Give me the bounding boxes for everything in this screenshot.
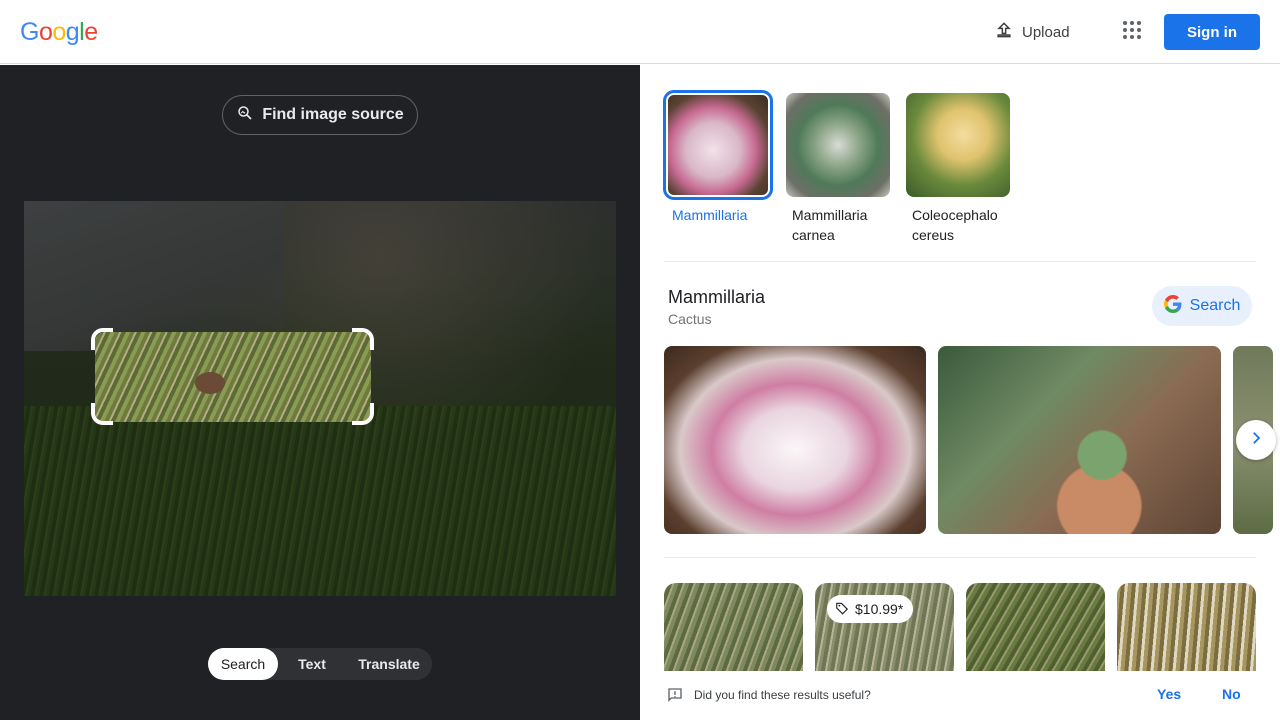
logo-letter: e xyxy=(84,18,98,46)
knowledge-image[interactable] xyxy=(664,346,926,534)
logo-letter: o xyxy=(52,18,66,46)
chip-label: Mammillaria carnea xyxy=(792,207,868,243)
chip-thumbnail xyxy=(906,93,1010,197)
google-g-icon xyxy=(1163,294,1182,318)
chip-coleocephalocereus[interactable]: Coleocephalo cereus xyxy=(904,89,1012,245)
upload-button[interactable]: Upload xyxy=(984,14,1080,50)
visual-match-result[interactable]: $10.99* xyxy=(815,583,954,673)
tab-translate[interactable]: Translate xyxy=(346,648,432,680)
chip-label: Coleocephalo cereus xyxy=(912,207,998,243)
price-tag-icon xyxy=(835,601,849,618)
image-preview-panel: Find image source Search Text Translate xyxy=(0,65,640,720)
chevron-right-icon xyxy=(1247,429,1265,452)
carousel-next-button[interactable] xyxy=(1236,420,1276,460)
logo-letter: G xyxy=(20,18,39,46)
crop-handle-top-left[interactable] xyxy=(91,328,113,350)
feedback-bar: Did you find these results useful? Yes N… xyxy=(640,671,1280,720)
chip-thumbnail xyxy=(663,90,773,200)
feedback-question: Did you find these results useful? xyxy=(694,688,871,702)
find-image-source-button[interactable]: Find image source xyxy=(222,95,418,135)
results-panel: Mammillaria Mammillaria carnea Coleoceph… xyxy=(640,65,1280,720)
logo-letter: g xyxy=(65,18,80,46)
knowledge-search-button[interactable]: Search xyxy=(1152,286,1252,326)
knowledge-search-label: Search xyxy=(1189,297,1241,314)
selection-crop-area[interactable] xyxy=(95,332,371,422)
crop-handle-bottom-left[interactable] xyxy=(91,403,113,425)
google-logo[interactable]: Google xyxy=(20,18,98,47)
header: Google Upload Sign in xyxy=(0,0,1280,64)
sign-in-button[interactable]: Sign in xyxy=(1164,14,1260,50)
mode-tabs: Search Text Translate xyxy=(208,648,432,680)
visual-match-result[interactable] xyxy=(664,583,803,673)
chip-label: Mammillaria xyxy=(672,207,748,223)
knowledge-image[interactable] xyxy=(938,346,1221,534)
entity-chips: Mammillaria Mammillaria carnea Coleoceph… xyxy=(663,89,1012,245)
apps-button[interactable] xyxy=(1116,16,1148,48)
crop-handle-top-right[interactable] xyxy=(352,328,374,350)
divider xyxy=(664,261,1256,262)
knowledge-title: Mammillaria xyxy=(668,287,766,307)
image-search-icon xyxy=(236,104,254,127)
uploaded-image[interactable] xyxy=(24,201,616,596)
find-image-source-label: Find image source xyxy=(262,106,404,123)
feedback-no-button[interactable]: No xyxy=(1222,686,1241,702)
upload-icon xyxy=(994,20,1014,44)
logo-letter: o xyxy=(38,18,53,46)
price-badge: $10.99* xyxy=(827,595,914,623)
feedback-icon xyxy=(666,686,684,709)
chip-mammillaria-carnea[interactable]: Mammillaria carnea xyxy=(784,89,892,245)
price-value: $10.99* xyxy=(855,601,904,617)
tab-text[interactable]: Text xyxy=(278,648,346,680)
divider xyxy=(664,557,1256,558)
visual-match-result[interactable] xyxy=(966,583,1105,673)
crop-subject xyxy=(195,372,225,394)
knowledge-subtitle: Cactus xyxy=(668,311,712,327)
apps-grid-icon xyxy=(1122,20,1142,45)
chip-thumbnail xyxy=(786,93,890,197)
feedback-yes-button[interactable]: Yes xyxy=(1157,686,1181,702)
chip-mammillaria[interactable]: Mammillaria xyxy=(663,89,773,245)
visual-match-result[interactable] xyxy=(1117,583,1256,673)
tab-search[interactable]: Search xyxy=(208,648,278,680)
upload-label: Upload xyxy=(1022,23,1070,41)
